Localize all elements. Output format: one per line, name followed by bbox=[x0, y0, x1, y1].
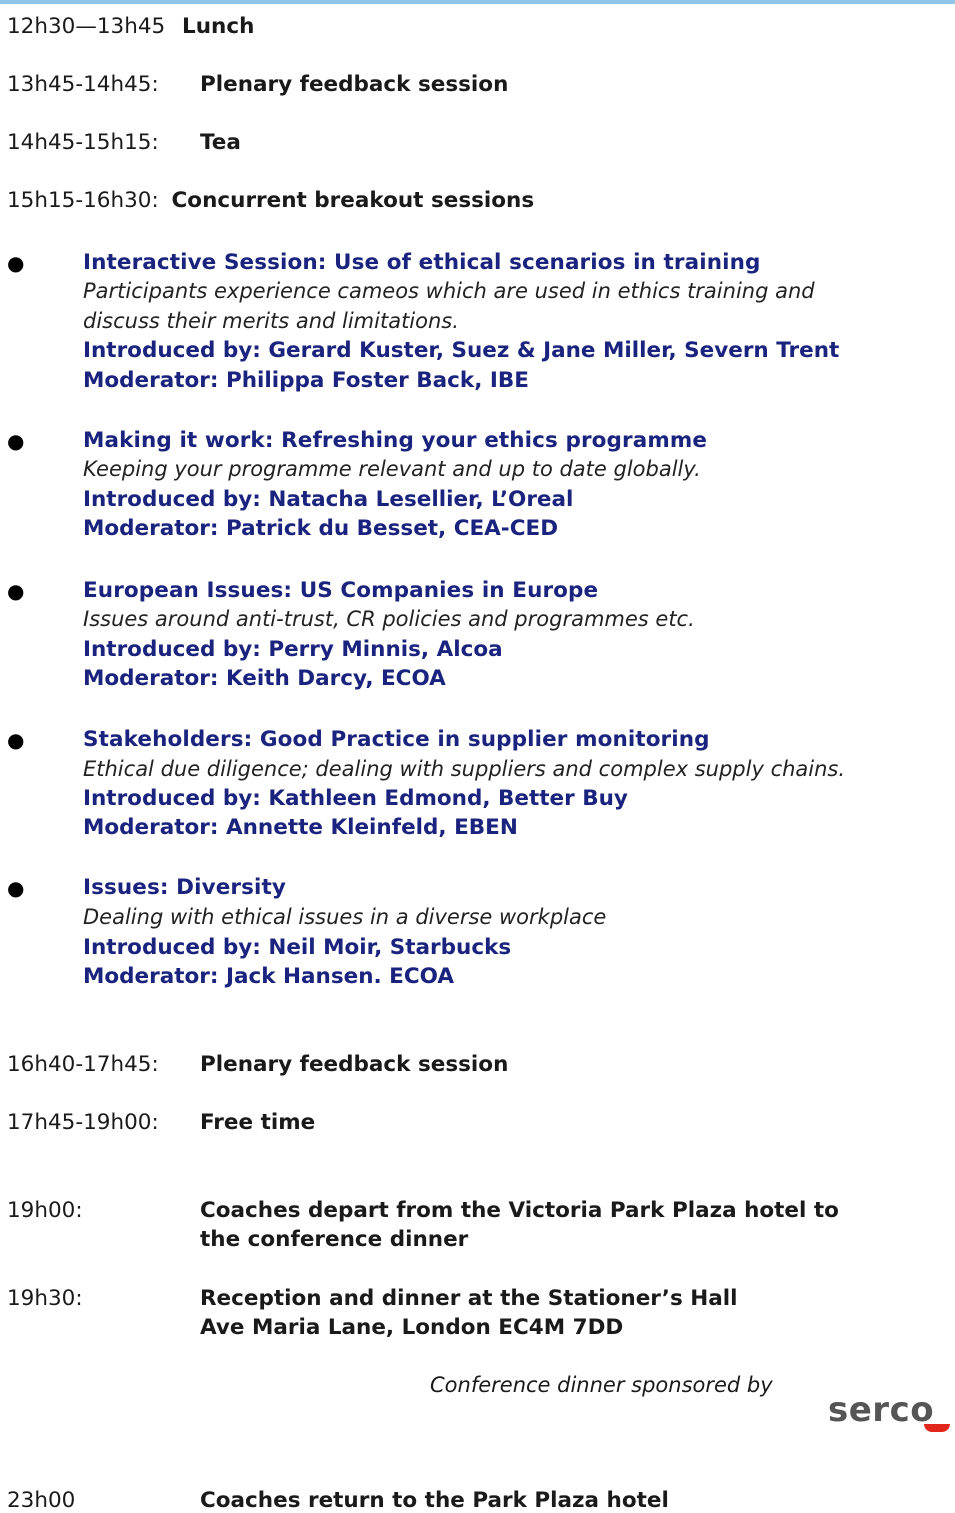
session-title: European Issues: US Companies in Europe bbox=[83, 578, 599, 603]
session-moderator: Moderator: Patrick du Besset, CEA-CED bbox=[83, 516, 559, 541]
serco-logo: serco bbox=[828, 1390, 952, 1436]
agenda-row-breakout: 15h15-16h30: Concurrent breakout session… bbox=[7, 188, 534, 213]
agenda-row-lunch: 12h30—13h45 Lunch bbox=[7, 14, 254, 39]
session-moderator: Moderator: Jack Hansen. ECOA bbox=[83, 964, 454, 989]
agenda-title: Tea bbox=[200, 130, 241, 155]
agenda-title: Concurrent breakout sessions bbox=[171, 188, 535, 213]
logo-text: serco bbox=[828, 1390, 935, 1430]
session-title: Issues: Diversity bbox=[83, 875, 286, 900]
session-moderator: Moderator: Keith Darcy, ECOA bbox=[83, 666, 446, 691]
session-moderator: Moderator: Philippa Foster Back, IBE bbox=[83, 368, 529, 393]
agenda-time: 15h15-16h30: bbox=[7, 188, 159, 213]
session-introduced-by: Introduced by: Kathleen Edmond, Better B… bbox=[83, 786, 628, 811]
session-introduced-by: Introduced by: Neil Moir, Starbucks bbox=[83, 935, 512, 960]
agenda-title: Reception and dinner at the Stationer’s … bbox=[200, 1286, 738, 1311]
session-description: discuss their merits and limitations. bbox=[83, 309, 459, 333]
session-description: Participants experience cameos which are… bbox=[83, 279, 815, 303]
bullet-icon: ● bbox=[7, 728, 25, 752]
session-title: Making it work: Refreshing your ethics p… bbox=[83, 428, 708, 453]
session-description: Ethical due diligence; dealing with supp… bbox=[83, 757, 846, 781]
bullet-icon: ● bbox=[7, 876, 25, 900]
bullet-icon: ● bbox=[7, 579, 25, 603]
agenda-title: Lunch bbox=[182, 14, 255, 39]
agenda-time: 19h30: bbox=[7, 1286, 83, 1311]
agenda-time: 19h00: bbox=[7, 1198, 83, 1223]
agenda-title: Plenary feedback session bbox=[200, 72, 509, 97]
agenda-time: 12h30—13h45 bbox=[7, 14, 166, 39]
session-title: Stakeholders: Good Practice in supplier … bbox=[83, 727, 710, 752]
agenda-title: Coaches depart from the Victoria Park Pl… bbox=[200, 1198, 839, 1223]
top-rule bbox=[0, 0, 955, 4]
agenda-time: 13h45-14h45: bbox=[7, 72, 159, 97]
agenda-title: Coaches return to the Park Plaza hotel bbox=[200, 1488, 669, 1513]
session-introduced-by: Introduced by: Perry Minnis, Alcoa bbox=[83, 637, 503, 662]
agenda-row-free-time: 17h45-19h00: Free time bbox=[7, 1110, 315, 1135]
agenda-time: 14h45-15h15: bbox=[7, 130, 159, 155]
session-description: Dealing with ethical issues in a diverse… bbox=[83, 905, 607, 929]
sponsor-text: Conference dinner sponsored by bbox=[430, 1373, 773, 1397]
bullet-icon: ● bbox=[7, 251, 25, 275]
session-title: Interactive Session: Use of ethical scen… bbox=[83, 250, 761, 275]
agenda-row-plenary-2: 16h40-17h45: Plenary feedback session bbox=[7, 1052, 508, 1077]
session-description: Issues around anti-trust, CR policies an… bbox=[83, 607, 695, 631]
agenda-row-plenary-1: 13h45-14h45: Plenary feedback session bbox=[7, 72, 508, 97]
session-description: Keeping your programme relevant and up t… bbox=[83, 457, 701, 481]
agenda-title: Plenary feedback session bbox=[200, 1052, 509, 1077]
session-introduced-by: Introduced by: Natacha Lesellier, L’Orea… bbox=[83, 487, 574, 512]
agenda-time: 23h00 bbox=[7, 1488, 76, 1513]
agenda-title: the conference dinner bbox=[200, 1227, 469, 1252]
logo-swoosh-icon bbox=[924, 1424, 950, 1432]
agenda-title: Ave Maria Lane, London EC4M 7DD bbox=[200, 1315, 624, 1340]
session-introduced-by: Introduced by: Gerard Kuster, Suez & Jan… bbox=[83, 338, 840, 363]
agenda-title: Free time bbox=[200, 1110, 316, 1135]
agenda-time: 17h45-19h00: bbox=[7, 1110, 159, 1135]
agenda-time: 16h40-17h45: bbox=[7, 1052, 159, 1077]
agenda-row-tea: 14h45-15h15: Tea bbox=[7, 130, 241, 155]
session-moderator: Moderator: Annette Kleinfeld, EBEN bbox=[83, 815, 518, 840]
bullet-icon: ● bbox=[7, 429, 25, 453]
